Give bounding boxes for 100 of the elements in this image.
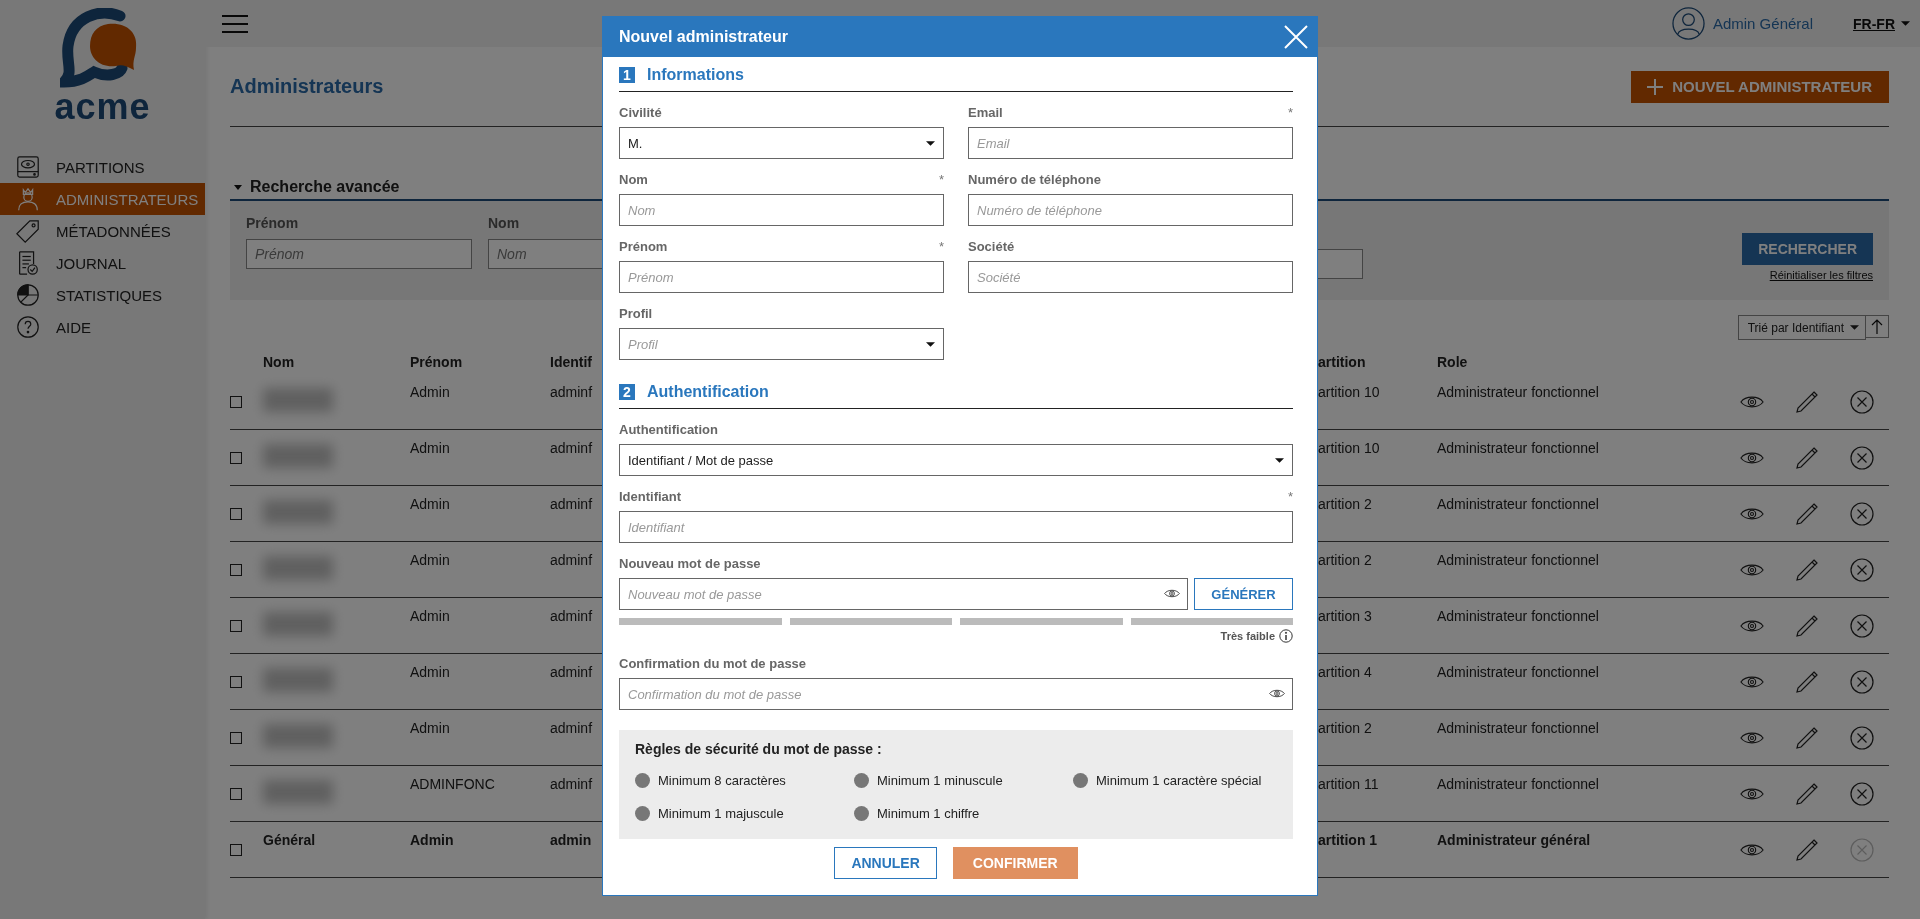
delete-button[interactable] [1849, 781, 1874, 806]
row-checkbox[interactable] [230, 676, 242, 688]
section-number: 2 [619, 384, 635, 400]
edit-button[interactable] [1794, 445, 1819, 470]
sidebar-item[interactable]: MÉTADONNÉES [0, 215, 205, 247]
eye-icon[interactable] [1269, 688, 1285, 699]
menu-icon[interactable] [222, 14, 248, 33]
input-field[interactable]: Nom [619, 194, 944, 226]
input-field[interactable]: Société [968, 261, 1293, 293]
required-mark: * [1287, 104, 1293, 120]
generate-button[interactable]: GÉNÉRER [1194, 578, 1293, 610]
field-label: Société [968, 238, 1015, 254]
row-checkbox[interactable] [230, 844, 242, 856]
input-field[interactable]: Numéro de téléphone [968, 194, 1293, 226]
field-label: Identifiant [619, 488, 682, 504]
caret-icon [926, 140, 935, 146]
rule-text: Minimum 1 chiffre [877, 806, 980, 821]
logo-text: acme [54, 90, 151, 124]
select-field[interactable]: Profil [619, 328, 944, 360]
sort-direction-button[interactable] [1866, 315, 1889, 338]
close-button[interactable] [1283, 24, 1309, 50]
sidebar-item[interactable]: AIDE [0, 311, 205, 343]
row-checkbox[interactable] [230, 452, 242, 464]
table-cell: Administrateur fonctionnel [1437, 384, 1599, 400]
caret-icon [1850, 325, 1859, 330]
delete-button[interactable] [1849, 669, 1874, 694]
user-icon[interactable] [1671, 7, 1705, 40]
table-cell: Admin [410, 832, 454, 848]
password-field[interactable]: Nouveau mot de passe [619, 578, 1188, 610]
delete-button[interactable] [1849, 557, 1874, 582]
field-label: Authentification [619, 421, 718, 437]
row-checkbox[interactable] [230, 620, 242, 632]
table-cell: Admin [410, 440, 450, 456]
sidebar-item[interactable]: STATISTIQUES [0, 279, 205, 311]
drive-icon [15, 154, 41, 180]
filter-label: Nom [488, 215, 520, 233]
edit-button[interactable] [1794, 389, 1819, 414]
cancel-button[interactable]: ANNULER [834, 847, 937, 879]
filter-label: Prénom [246, 215, 299, 233]
new-admin-button[interactable]: NOUVEL ADMINISTRATEUR [1631, 70, 1889, 103]
delete-button[interactable] [1849, 389, 1874, 414]
table-cell: Administrateur fonctionnel [1437, 552, 1599, 568]
field-label: Profil [619, 305, 653, 321]
language-select[interactable]: FR-FR [1853, 15, 1910, 32]
table-cell: artition 1 [1318, 832, 1378, 848]
password-field[interactable]: Confirmation du mot de passe [619, 678, 1293, 710]
delete-button[interactable] [1849, 725, 1874, 750]
table-cell: Admin [410, 552, 450, 568]
rules-title: Règles de sécurité du mot de passe : [635, 741, 883, 757]
table-cell: admin [550, 832, 592, 848]
delete-button[interactable] [1849, 613, 1874, 638]
input-field[interactable]: Email [968, 127, 1293, 159]
edit-button[interactable] [1794, 669, 1819, 694]
required-mark: * [938, 238, 944, 254]
row-checkbox[interactable] [230, 564, 242, 576]
sidebar-item[interactable]: JOURNAL [0, 247, 205, 279]
table-cell: adminf [550, 664, 593, 680]
info-icon[interactable] [1279, 629, 1293, 643]
table-cell: artition 4 [1318, 664, 1372, 680]
confirm-button[interactable]: CONFIRMER [952, 847, 1078, 879]
sidebar-item[interactable]: ADMINISTRATEURS [0, 183, 205, 215]
filter-field[interactable]: Prénom [246, 239, 472, 269]
edit-button[interactable] [1794, 613, 1819, 638]
edit-button[interactable] [1794, 557, 1819, 582]
delete-button[interactable] [1849, 445, 1874, 470]
table-cell: Administrateur fonctionnel [1437, 720, 1599, 736]
sidebar-item[interactable]: PARTITIONS [0, 151, 205, 183]
eye-icon[interactable] [1164, 588, 1180, 599]
select-field[interactable]: Identifiant / Mot de passe [619, 444, 1293, 476]
search-button[interactable]: RECHERCHER [1742, 233, 1873, 265]
edit-button[interactable] [1794, 725, 1819, 750]
row-checkbox[interactable] [230, 396, 242, 408]
column-header: Prénom [410, 354, 463, 370]
section-number: 1 [619, 67, 635, 83]
table-cell: Administrateur fonctionnel [1437, 776, 1599, 792]
user-name[interactable]: Admin Général [1712, 15, 1813, 32]
table-cell: Général [263, 832, 316, 848]
column-header: Role [1437, 354, 1468, 370]
edit-button[interactable] [1794, 837, 1819, 862]
edit-button[interactable] [1794, 501, 1819, 526]
reset-filters-link[interactable]: Réinitialiser les filtres [1769, 269, 1873, 281]
table-cell: adminf [550, 776, 593, 792]
row-checkbox[interactable] [230, 508, 242, 520]
edit-button[interactable] [1794, 781, 1819, 806]
table-cell: Admin [410, 384, 450, 400]
input-field[interactable]: Prénom [619, 261, 944, 293]
sort-select[interactable]: Trié par Identifiant [1737, 315, 1866, 340]
table-cell: adminf [550, 496, 593, 512]
tag-icon [15, 218, 41, 244]
field-label: Prénom [619, 238, 668, 254]
dialog-title: Nouvel administrateur [619, 28, 788, 46]
delete-button[interactable] [1849, 501, 1874, 526]
row-checkbox[interactable] [230, 788, 242, 800]
row-checkbox[interactable] [230, 732, 242, 744]
select-field[interactable]: M. [619, 127, 944, 159]
rule-text: Minimum 1 caractère spécial [1096, 773, 1262, 788]
input-field[interactable]: Identifiant [619, 511, 1293, 543]
table-cell: ADMINFONC [410, 776, 495, 792]
field-label: Civilité [619, 104, 662, 120]
table-cell: artition 3 [1318, 608, 1372, 624]
